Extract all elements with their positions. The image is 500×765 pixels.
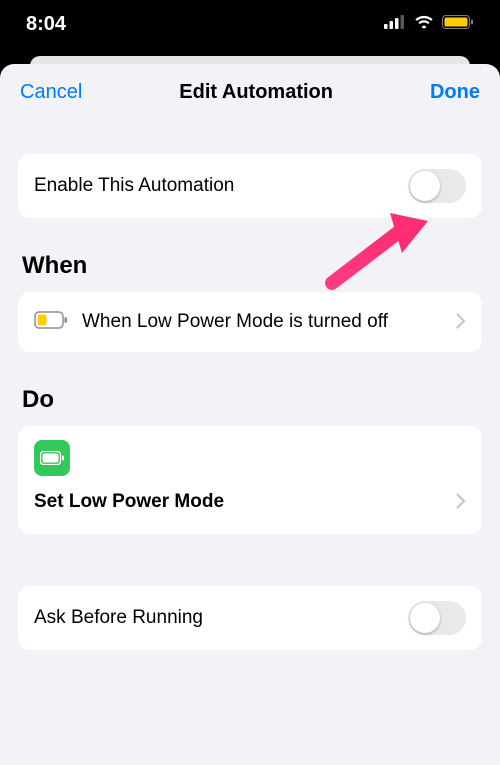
page-title: Edit Automation (179, 81, 333, 104)
battery-icon (442, 15, 474, 34)
low-power-battery-icon (34, 311, 68, 334)
ask-before-running-toggle[interactable] (408, 601, 466, 635)
do-action-label: Set Low Power Mode (34, 491, 224, 513)
status-bar: 8:04 (0, 0, 500, 48)
chevron-right-icon (456, 488, 466, 516)
do-card[interactable]: Set Low Power Mode (18, 426, 482, 534)
when-row: When Low Power Mode is turned off (18, 292, 482, 352)
enable-automation-row: Enable This Automation (18, 154, 482, 218)
status-time: 8:04 (26, 13, 66, 36)
when-heading: When (22, 252, 478, 280)
status-right (384, 15, 474, 34)
content-area: Enable This Automation When When Low Pow… (0, 120, 500, 650)
do-heading: Do (22, 386, 478, 414)
spacer (18, 534, 482, 586)
toggle-knob (410, 603, 440, 633)
enable-automation-card: Enable This Automation (18, 154, 482, 218)
ask-before-running-row: Ask Before Running (18, 586, 482, 650)
toggle-knob (410, 171, 440, 201)
enable-automation-toggle[interactable] (408, 169, 466, 203)
modal-sheet: Cancel Edit Automation Done Enable This … (0, 64, 500, 765)
ask-before-running-card: Ask Before Running (18, 586, 482, 650)
done-button[interactable]: Done (430, 81, 480, 104)
battery-full-icon (40, 451, 64, 465)
cancel-button[interactable]: Cancel (20, 81, 82, 104)
action-app-icon (34, 440, 70, 476)
when-item-label: When Low Power Mode is turned off (82, 311, 442, 333)
wifi-icon (414, 15, 434, 34)
ask-before-running-label: Ask Before Running (34, 607, 203, 629)
cellular-icon (384, 15, 406, 34)
spacer (18, 120, 482, 154)
do-row: Set Low Power Mode (34, 488, 466, 516)
when-card[interactable]: When Low Power Mode is turned off (18, 292, 482, 352)
nav-bar: Cancel Edit Automation Done (0, 64, 500, 120)
chevron-right-icon (456, 308, 466, 336)
enable-automation-label: Enable This Automation (34, 175, 234, 197)
